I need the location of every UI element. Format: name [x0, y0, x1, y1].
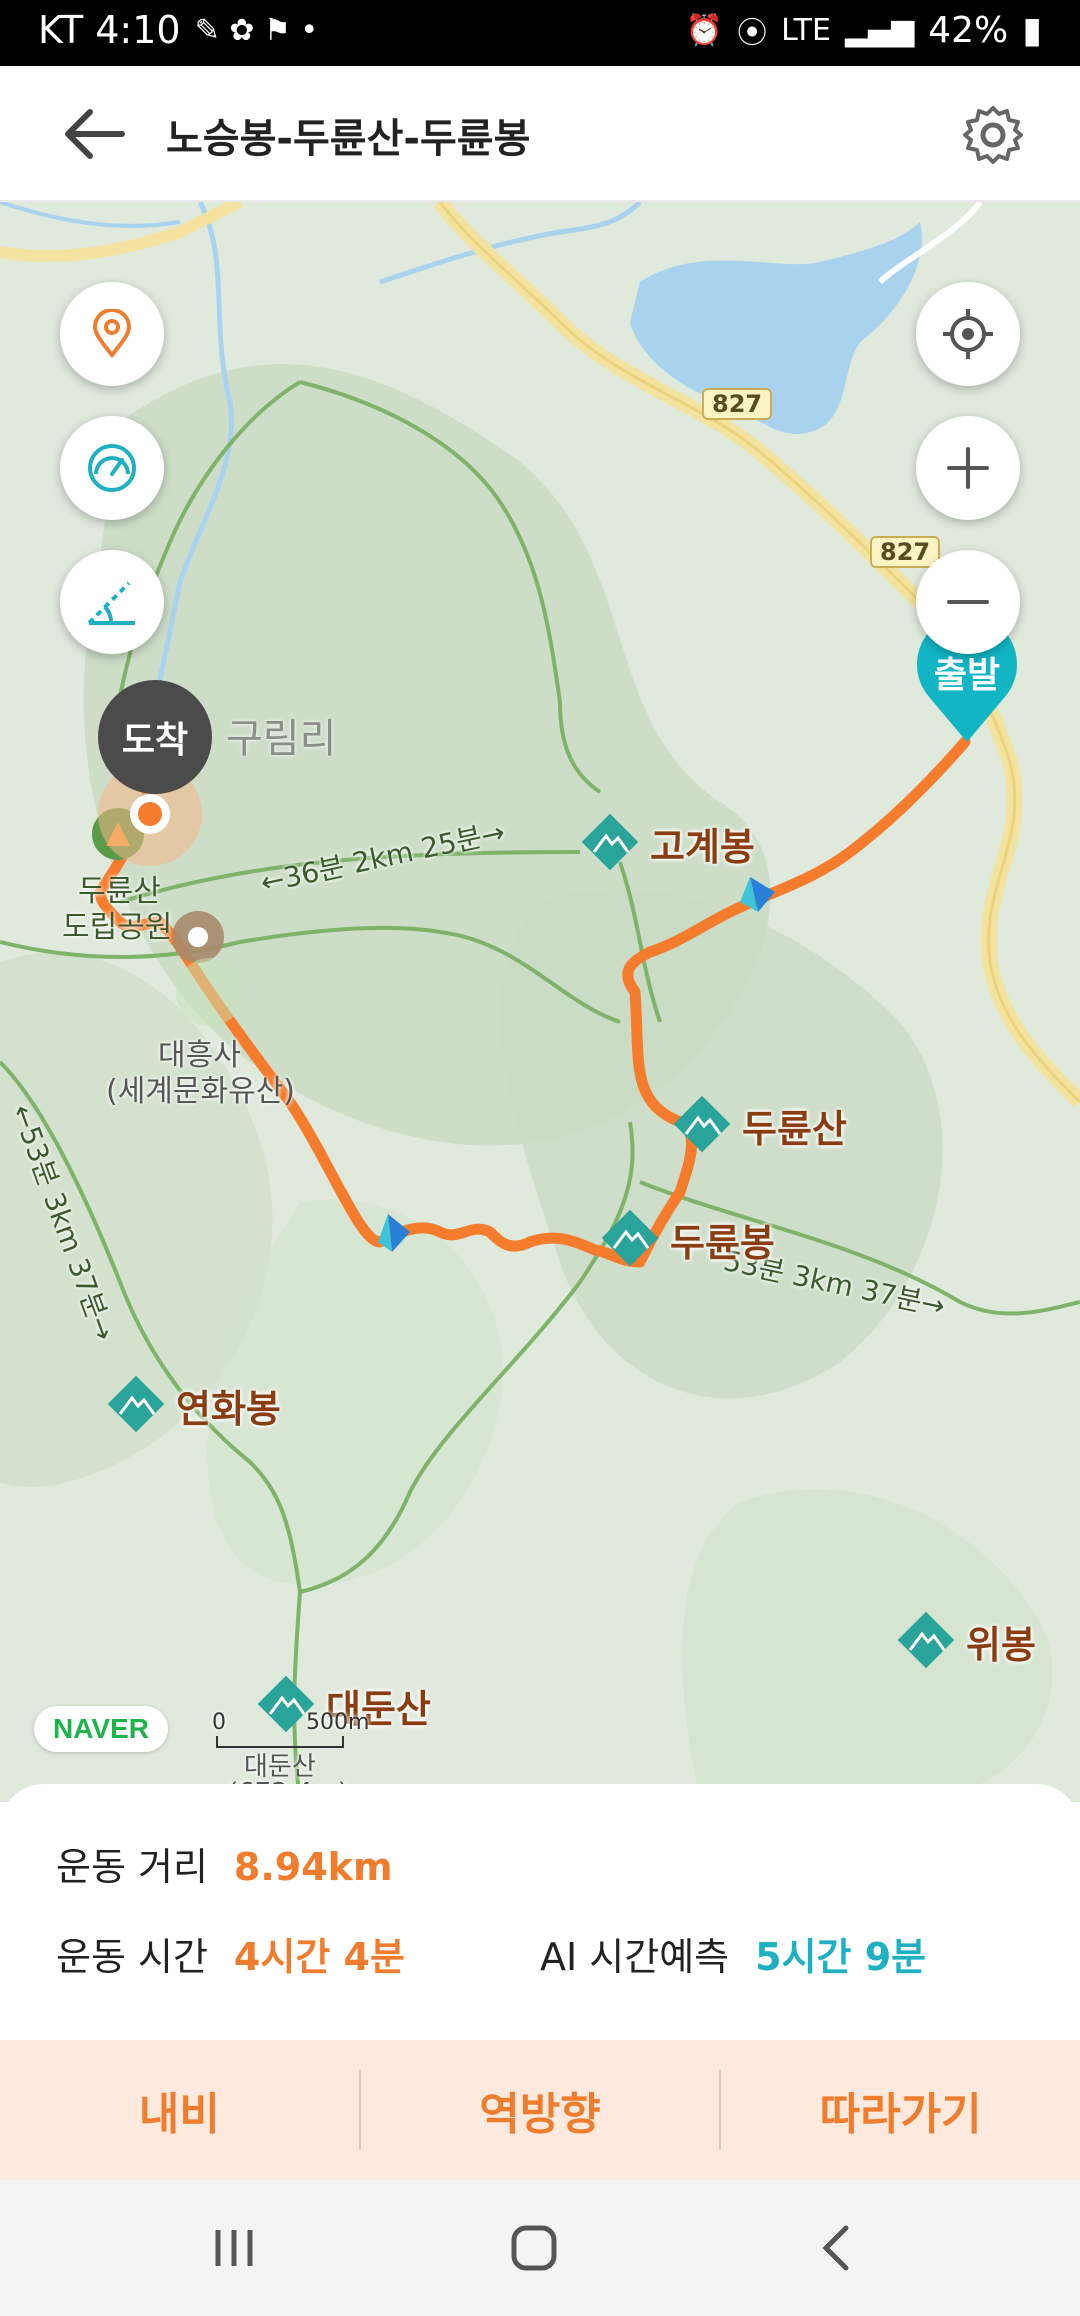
slope-icon [87, 581, 135, 625]
distance-label: 운동 거리 [56, 1845, 208, 1889]
ai-estimate-row: AI 시간예측 5시간 9분 [540, 1926, 926, 1981]
arrival-marker[interactable]: 도착 [98, 680, 212, 794]
mountain-icon [601, 1209, 659, 1267]
park-label-2: 도립공원 [62, 910, 173, 945]
location-icon: ⦿ [737, 16, 768, 51]
gear-icon [963, 106, 1023, 164]
action-bar: 내비 역방향 따라가기 [0, 2040, 1080, 2180]
map-base [0, 202, 1080, 1802]
speedometer-icon [88, 444, 136, 492]
scale-distance: 500m [306, 1710, 370, 1735]
zoom-out-button[interactable] [916, 550, 1020, 654]
zoom-in-button[interactable] [916, 416, 1020, 520]
notification-icon: ✎ ✿ ⚑ • [194, 12, 319, 48]
arrival-label: 도착 [121, 720, 189, 761]
peak-name: 두륜봉 [670, 1221, 775, 1265]
navi-button[interactable]: 내비 [0, 2078, 359, 2142]
peak-name: 위봉 [966, 1623, 1036, 1667]
scale-zero: 0 [212, 1710, 226, 1735]
battery-icon: ▮ [1022, 9, 1042, 51]
home-button[interactable] [494, 2216, 574, 2280]
village-label: 구림리 [226, 716, 337, 762]
mountain-icon [107, 1375, 165, 1433]
recents-button[interactable] [194, 2216, 274, 2280]
route-summary-panel: 운동 거리 8.94km 운동 시간 4시간 4분 AI 시간예측 5시간 9분 [0, 1784, 1080, 2044]
back-nav-button[interactable] [796, 2216, 876, 2280]
page-title: 노승봉-두륜산-두륜봉 [166, 116, 531, 162]
mountain-icon [673, 1095, 731, 1153]
map-pin-icon [92, 309, 132, 359]
carrier-time: KT 4:10 [38, 8, 181, 52]
status-bar: KT 4:10 ✎ ✿ ⚑ • ⏰ ⦿ LTE ▂▄▆ 42% ▮ [0, 0, 1080, 66]
temple-label-2: (세계문화유산) [106, 1074, 296, 1109]
distance-row: 운동 거리 8.94km [56, 1836, 393, 1891]
locate-me-button[interactable] [916, 282, 1020, 386]
follow-button[interactable]: 따라가기 [721, 2078, 1080, 2142]
elevation-button[interactable] [60, 550, 164, 654]
waypoint-button[interactable] [60, 282, 164, 386]
alarm-icon: ⏰ [685, 12, 724, 48]
distance-value: 8.94km [233, 1845, 393, 1889]
network-type: LTE [781, 12, 831, 48]
back-button[interactable] [60, 104, 130, 164]
app-header: 노승봉-두륜산-두륜봉 [0, 66, 1080, 202]
ai-estimate-value: 5시간 9분 [755, 1935, 927, 1979]
peak-name: 두륜산 [742, 1107, 847, 1151]
minus-icon [947, 600, 989, 604]
time-row: 운동 시간 4시간 4분 [56, 1926, 405, 1981]
peak-name: 고계봉 [650, 825, 755, 869]
chevron-left-icon [822, 2225, 849, 2271]
recents-icon [215, 2230, 253, 2266]
home-icon [511, 2225, 557, 2271]
system-nav-bar [0, 2180, 1080, 2316]
peak-name: 연화봉 [176, 1387, 281, 1431]
road-number-1: 827 [702, 388, 773, 420]
map-view[interactable]: 도착 출발 구림리 두륜산 도립공원 대흥사 (세계문화유산) ←36분 2km… [0, 202, 1080, 1802]
signal-icon: ▂▄▆ [844, 12, 915, 48]
reverse-button[interactable]: 역방향 [361, 2078, 720, 2142]
ai-estimate-label: AI 시간예측 [540, 1935, 730, 1979]
mountain-icon [581, 813, 639, 871]
crosshair-icon [943, 309, 993, 359]
time-label: 운동 시간 [56, 1935, 208, 1979]
naver-logo: NAVER [34, 1706, 168, 1752]
battery-level: 42% [928, 9, 1009, 51]
speed-button[interactable] [60, 416, 164, 520]
road-number-2: 827 [870, 536, 941, 568]
mountain-icon [897, 1611, 955, 1669]
plus-icon [947, 447, 989, 489]
settings-button[interactable] [962, 104, 1024, 166]
arrow-left-icon [65, 109, 125, 159]
time-value: 4시간 4분 [233, 1935, 405, 1979]
